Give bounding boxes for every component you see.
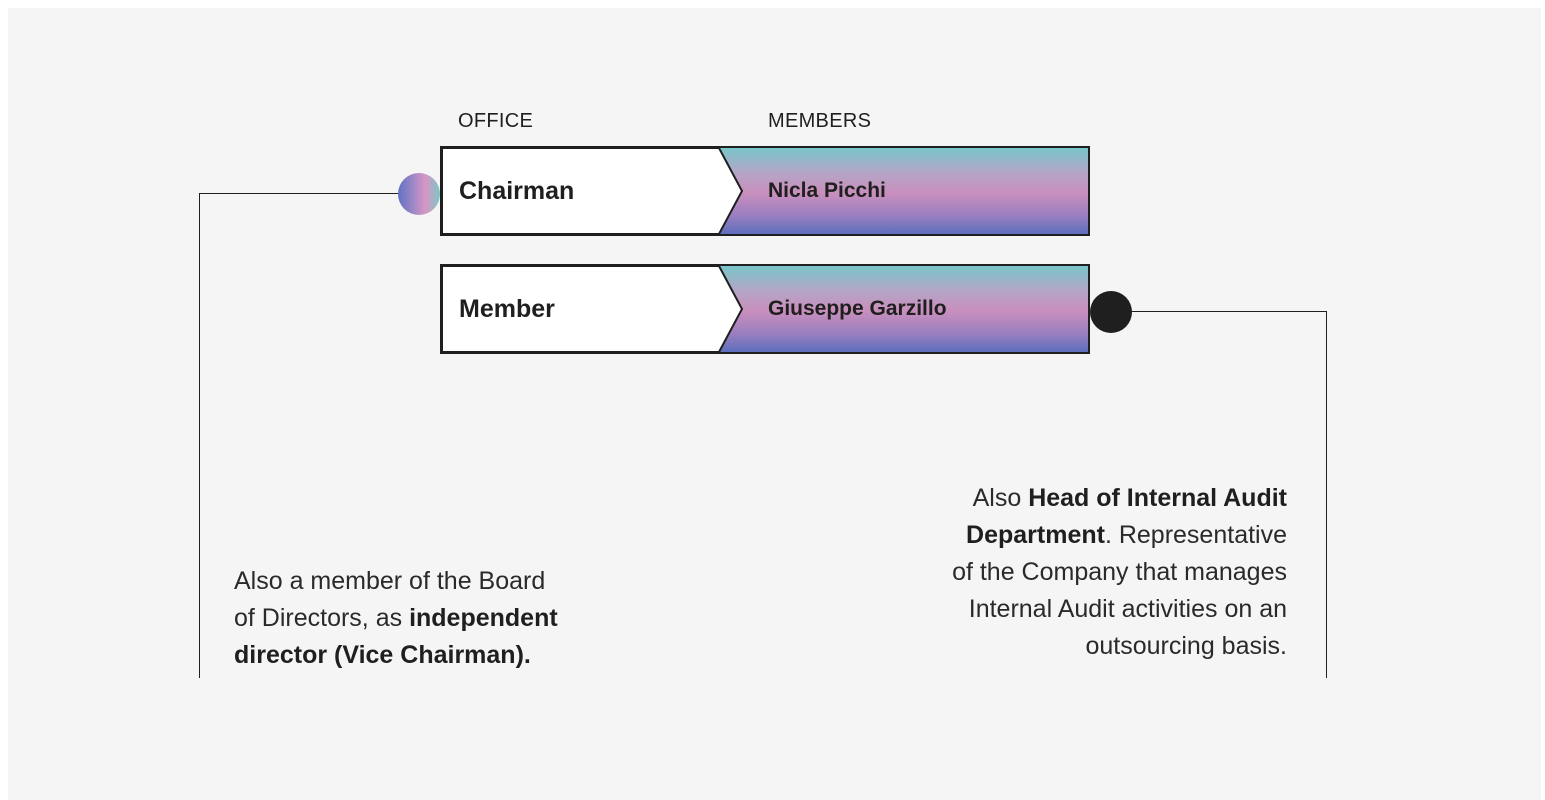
members-column-header: MEMBERS [768,110,872,132]
office-cell: Member [442,266,747,352]
right-note-line: outsourcing basis. [1085,632,1287,660]
left-note-line: of Directors, as independent [234,604,558,632]
dark-dot-marker [1090,291,1132,333]
member-row: Member Giuseppe Garzillo [440,264,1090,354]
right-note-line: of the Company that manages [952,558,1287,586]
right-note-line: Department. Representative [966,521,1287,549]
right-note-line: Also Head of Internal Audit [972,484,1287,512]
member-name: Nicla Picchi [768,179,886,202]
office-column-header: OFFICE [458,110,534,132]
left-note: Also a member of the Board of Directors,… [234,563,634,674]
office-label: Member [459,294,555,323]
member-name: Giuseppe Garzillo [768,297,947,320]
gradient-dot-marker [398,173,440,215]
left-connector-vertical [199,193,200,678]
right-connector-vertical [1326,311,1327,678]
office-cell: Chairman [442,148,747,234]
office-label: Chairman [459,176,575,205]
left-connector-horizontal [199,193,399,194]
chairman-row: Chairman Nicla Picchi [440,146,1090,236]
right-connector-horizontal [1130,311,1327,312]
right-note: Also Head of Internal Audit Department. … [886,480,1287,665]
left-note-line: Also a member of the Board [234,567,546,595]
left-note-line: director (Vice Chairman). [234,641,531,669]
right-note-line: Internal Audit activities on an [968,595,1287,623]
